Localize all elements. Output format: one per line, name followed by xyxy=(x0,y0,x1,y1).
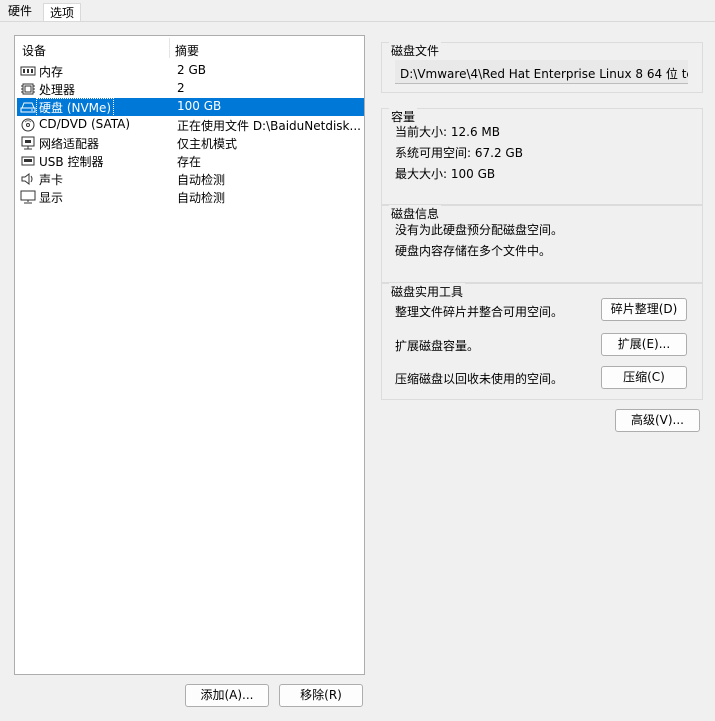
device-summary: 自动检测 xyxy=(177,191,226,205)
tab-options[interactable]: 选项 xyxy=(43,3,82,22)
device-name: USB 控制器 xyxy=(39,155,104,169)
compact-description: 压缩磁盘以回收未使用的空间。 xyxy=(395,372,564,386)
expand-description: 扩展磁盘容量。 xyxy=(395,339,480,353)
device-name: 内存 xyxy=(39,65,64,79)
disk-info-group: 磁盘信息 没有为此硬盘预分配磁盘空间。 硬盘内容存储在多个文件中。 xyxy=(381,205,703,283)
device-row-hard-disk[interactable]: 硬盘 (NVMe) 100 GB xyxy=(17,98,364,117)
device-list[interactable]: 设备 摘要 内存 2 GB 处理器 2 硬盘 (NVMe) 100 GB CD/… xyxy=(14,35,365,675)
device-summary: 自动检测 xyxy=(177,173,226,187)
network-adapter-icon xyxy=(21,136,35,150)
column-header-device[interactable]: 设备 xyxy=(22,42,46,59)
device-name: 网络适配器 xyxy=(39,137,100,151)
available-space-text: 系统可用空间: 67.2 GB xyxy=(395,146,523,160)
device-summary: 2 GB xyxy=(177,63,206,77)
cpu-icon xyxy=(21,83,35,95)
disk-info-line-1: 没有为此硬盘预分配磁盘空间。 xyxy=(395,223,564,237)
device-row-display[interactable]: 显示 自动检测 xyxy=(17,188,364,206)
usb-icon xyxy=(21,156,35,166)
device-summary: 存在 xyxy=(177,155,202,169)
add-button[interactable]: 添加(A)... xyxy=(185,684,269,707)
device-name: 硬盘 (NVMe) xyxy=(35,98,115,117)
tab-hardware[interactable]: 硬件 xyxy=(2,2,39,22)
max-size-text: 最大大小: 100 GB xyxy=(395,167,496,181)
device-row-cd-dvd[interactable]: CD/DVD (SATA) 正在使用文件 D:\BaiduNetdisk... xyxy=(17,116,364,134)
cd-dvd-icon xyxy=(21,118,35,132)
column-separator[interactable] xyxy=(169,38,170,58)
hardware-pane: 设备 摘要 内存 2 GB 处理器 2 硬盘 (NVMe) 100 GB CD/… xyxy=(0,21,715,721)
device-summary: 正在使用文件 D:\BaiduNetdisk... xyxy=(177,119,361,133)
disk-info-line-2: 硬盘内容存储在多个文件中。 xyxy=(395,244,552,258)
tab-strip: 硬件 选项 xyxy=(0,0,715,22)
disk-info-title: 磁盘信息 xyxy=(389,205,442,222)
device-summary: 2 xyxy=(177,81,185,95)
disk-file-group: 磁盘文件 D:\Vmware\4\Red Hat Enterprise Linu… xyxy=(381,42,703,93)
capacity-group: 容量 当前大小: 12.6 MB 系统可用空间: 67.2 GB 最大大小: 1… xyxy=(381,108,703,205)
defragment-button[interactable]: 碎片整理(D) xyxy=(601,298,687,321)
device-row-usb-controller[interactable]: USB 控制器 存在 xyxy=(17,152,364,170)
remove-button[interactable]: 移除(R) xyxy=(279,684,363,707)
current-size-text: 当前大小: 12.6 MB xyxy=(395,125,500,139)
expand-button[interactable]: 扩展(E)... xyxy=(601,333,687,356)
compact-button[interactable]: 压缩(C) xyxy=(601,366,687,389)
device-row-sound-card[interactable]: 声卡 自动检测 xyxy=(17,170,364,188)
memory-icon xyxy=(20,66,36,76)
device-name: CD/DVD (SATA) xyxy=(39,117,131,131)
device-list-header: 设备 摘要 xyxy=(15,36,364,60)
monitor-icon xyxy=(20,190,36,204)
disk-file-title: 磁盘文件 xyxy=(389,42,442,59)
device-name: 声卡 xyxy=(39,173,64,187)
advanced-button[interactable]: 高级(V)... xyxy=(615,409,700,432)
device-summary: 100 GB xyxy=(177,99,222,113)
device-row-memory[interactable]: 内存 2 GB xyxy=(17,62,364,80)
speaker-icon xyxy=(21,173,33,185)
hard-disk-icon xyxy=(20,102,36,113)
disk-utilities-title: 磁盘实用工具 xyxy=(389,283,466,300)
device-name: 显示 xyxy=(39,191,64,205)
device-row-network-adapter[interactable]: 网络适配器 仅主机模式 xyxy=(17,134,364,152)
disk-file-path-field[interactable]: D:\Vmware\4\Red Hat Enterprise Linux 8 6… xyxy=(395,60,688,84)
device-name: 处理器 xyxy=(39,83,76,97)
device-summary: 仅主机模式 xyxy=(177,137,238,151)
device-row-processor[interactable]: 处理器 2 xyxy=(17,80,364,98)
disk-utilities-group: 磁盘实用工具 整理文件碎片并整合可用空间。 碎片整理(D) 扩展磁盘容量。 扩展… xyxy=(381,283,703,400)
column-header-summary[interactable]: 摘要 xyxy=(175,42,199,59)
defrag-description: 整理文件碎片并整合可用空间。 xyxy=(395,305,564,319)
